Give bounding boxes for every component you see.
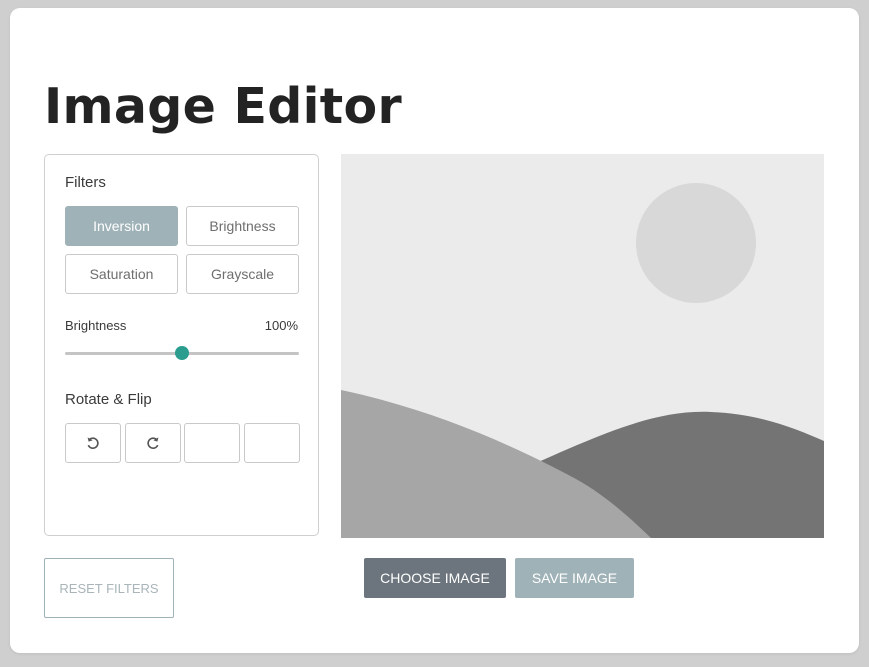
slider-label: Brightness xyxy=(65,318,127,333)
rotate-left-button[interactable] xyxy=(65,423,121,463)
page-title: Image Editor xyxy=(44,78,402,135)
flip-vertical-button[interactable] xyxy=(244,423,300,463)
rotate-flip-title: Rotate & Flip xyxy=(65,391,152,408)
rotate-right-icon xyxy=(147,437,159,449)
image-preview xyxy=(341,154,824,538)
controls-panel: Filters Inversion Brightness Saturation … xyxy=(44,154,319,536)
reset-filters-button[interactable]: RESET FILTERS xyxy=(44,558,174,618)
filters-title: Filters xyxy=(65,174,106,191)
rotate-right-button[interactable] xyxy=(125,423,181,463)
choose-image-button[interactable]: CHOOSE IMAGE xyxy=(364,558,506,598)
brightness-slider[interactable] xyxy=(65,343,299,363)
image-placeholder-icon xyxy=(341,154,824,538)
slider-thumb[interactable] xyxy=(175,346,189,360)
filter-brightness-button[interactable]: Brightness xyxy=(186,206,299,246)
filter-saturation-button[interactable]: Saturation xyxy=(65,254,178,294)
slider-value: 100% xyxy=(264,318,298,333)
save-image-button[interactable]: SAVE IMAGE xyxy=(515,558,634,598)
editor-card: Image Editor Filters Inversion Brightnes… xyxy=(10,8,859,653)
flip-horizontal-button[interactable] xyxy=(184,423,240,463)
filter-inversion-button[interactable]: Inversion xyxy=(65,206,178,246)
filter-grayscale-button[interactable]: Grayscale xyxy=(186,254,299,294)
rotate-left-icon xyxy=(87,437,99,449)
